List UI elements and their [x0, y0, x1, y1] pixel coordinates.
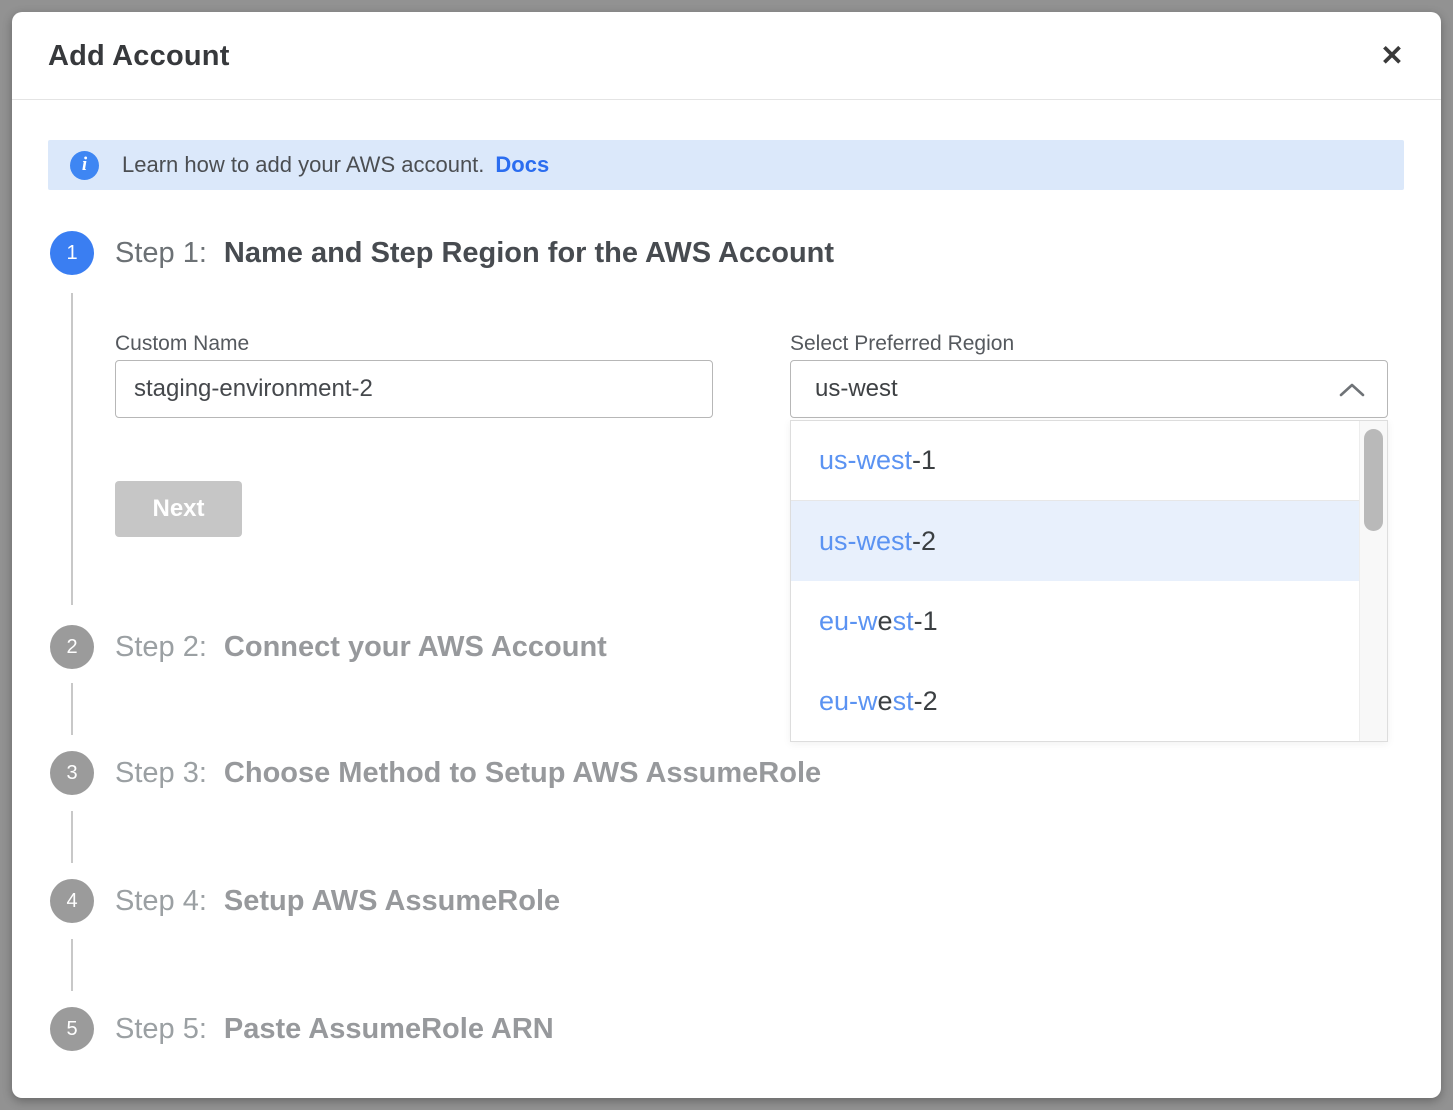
dropdown-option-eu-west-1[interactable]: eu-west-1 — [791, 581, 1359, 661]
option-match-text: us-west — [819, 445, 912, 476]
custom-name-label: Custom Name — [115, 332, 249, 356]
close-icon: ✕ — [1380, 42, 1403, 70]
add-account-dialog: Add Account ✕ i Learn how to add your AW… — [12, 12, 1441, 1098]
step-5-prefix: Step 5: — [115, 1013, 207, 1046]
custom-name-input[interactable] — [115, 360, 713, 418]
step-1-title: Name and Step Region for the AWS Account — [224, 237, 834, 270]
page-title: Add Account — [48, 40, 230, 73]
dropdown-option-eu-west-2[interactable]: eu-west-2 — [791, 661, 1359, 741]
region-option-list: us-west-1 us-west-2 eu-west-1 eu-west-2 — [791, 421, 1359, 741]
step-2-badge: 2 — [50, 625, 94, 669]
banner-text: Learn how to add your AWS account. — [122, 152, 484, 178]
step-2-prefix: Step 2: — [115, 631, 207, 664]
option-rest-text: e — [878, 606, 893, 637]
step-2-heading: Step 2: Connect your AWS Account — [115, 625, 607, 669]
chevron-up-icon — [1339, 382, 1365, 402]
next-button[interactable]: Next — [115, 481, 242, 537]
dialog-header: Add Account ✕ — [12, 12, 1441, 100]
step-3-number: 3 — [66, 762, 77, 785]
step-connector-3-4 — [71, 811, 73, 863]
step-5-badge: 5 — [50, 1007, 94, 1051]
option-rest-text: -2 — [914, 686, 938, 717]
step-2-number: 2 — [66, 636, 77, 659]
dropdown-option-us-west-1[interactable]: us-west-1 — [791, 421, 1359, 501]
region-label: Select Preferred Region — [790, 332, 1014, 356]
step-4-number: 4 — [66, 890, 77, 913]
dropdown-scrollbar-thumb[interactable] — [1364, 429, 1383, 531]
step-4-prefix: Step 4: — [115, 885, 207, 918]
step-2-title: Connect your AWS Account — [224, 631, 607, 664]
step-connector-2-3 — [71, 683, 73, 735]
step-3-prefix: Step 3: — [115, 757, 207, 790]
step-connector-4-5 — [71, 939, 73, 991]
step-3-title: Choose Method to Setup AWS AssumeRole — [224, 757, 821, 790]
region-dropdown: us-west-1 us-west-2 eu-west-1 eu-west-2 — [790, 420, 1388, 742]
option-rest-text: -2 — [912, 526, 936, 557]
step-1-heading: Step 1: Name and Step Region for the AWS… — [115, 231, 834, 275]
option-rest-text: e — [878, 686, 893, 717]
option-match-text: st — [893, 686, 914, 717]
region-select[interactable]: us-west — [790, 360, 1388, 418]
step-1-badge: 1 — [50, 231, 94, 275]
step-5-title: Paste AssumeRole ARN — [224, 1013, 554, 1046]
step-4-title: Setup AWS AssumeRole — [224, 885, 560, 918]
step-1-number: 1 — [66, 242, 77, 265]
region-select-value: us-west — [815, 375, 898, 403]
option-match-text: eu-w — [819, 606, 878, 637]
step-5-number: 5 — [66, 1018, 77, 1041]
step-4-badge: 4 — [50, 879, 94, 923]
dropdown-scrollbar-track[interactable] — [1359, 421, 1387, 741]
dropdown-option-us-west-2[interactable]: us-west-2 — [791, 501, 1359, 581]
info-banner: i Learn how to add your AWS account. Doc… — [48, 140, 1404, 190]
step-3-heading: Step 3: Choose Method to Setup AWS Assum… — [115, 751, 821, 795]
step-5-heading: Step 5: Paste AssumeRole ARN — [115, 1007, 554, 1051]
option-rest-text: -1 — [914, 606, 938, 637]
option-rest-text: -1 — [912, 445, 936, 476]
close-button[interactable]: ✕ — [1370, 34, 1414, 78]
option-match-text: eu-w — [819, 686, 878, 717]
option-match-text: st — [893, 606, 914, 637]
step-connector-1-2 — [71, 293, 73, 605]
info-icon: i — [70, 151, 99, 180]
docs-link[interactable]: Docs — [495, 152, 549, 178]
step-4-heading: Step 4: Setup AWS AssumeRole — [115, 879, 560, 923]
option-match-text: us-west — [819, 526, 912, 557]
step-3-badge: 3 — [50, 751, 94, 795]
step-1-prefix: Step 1: — [115, 237, 207, 270]
